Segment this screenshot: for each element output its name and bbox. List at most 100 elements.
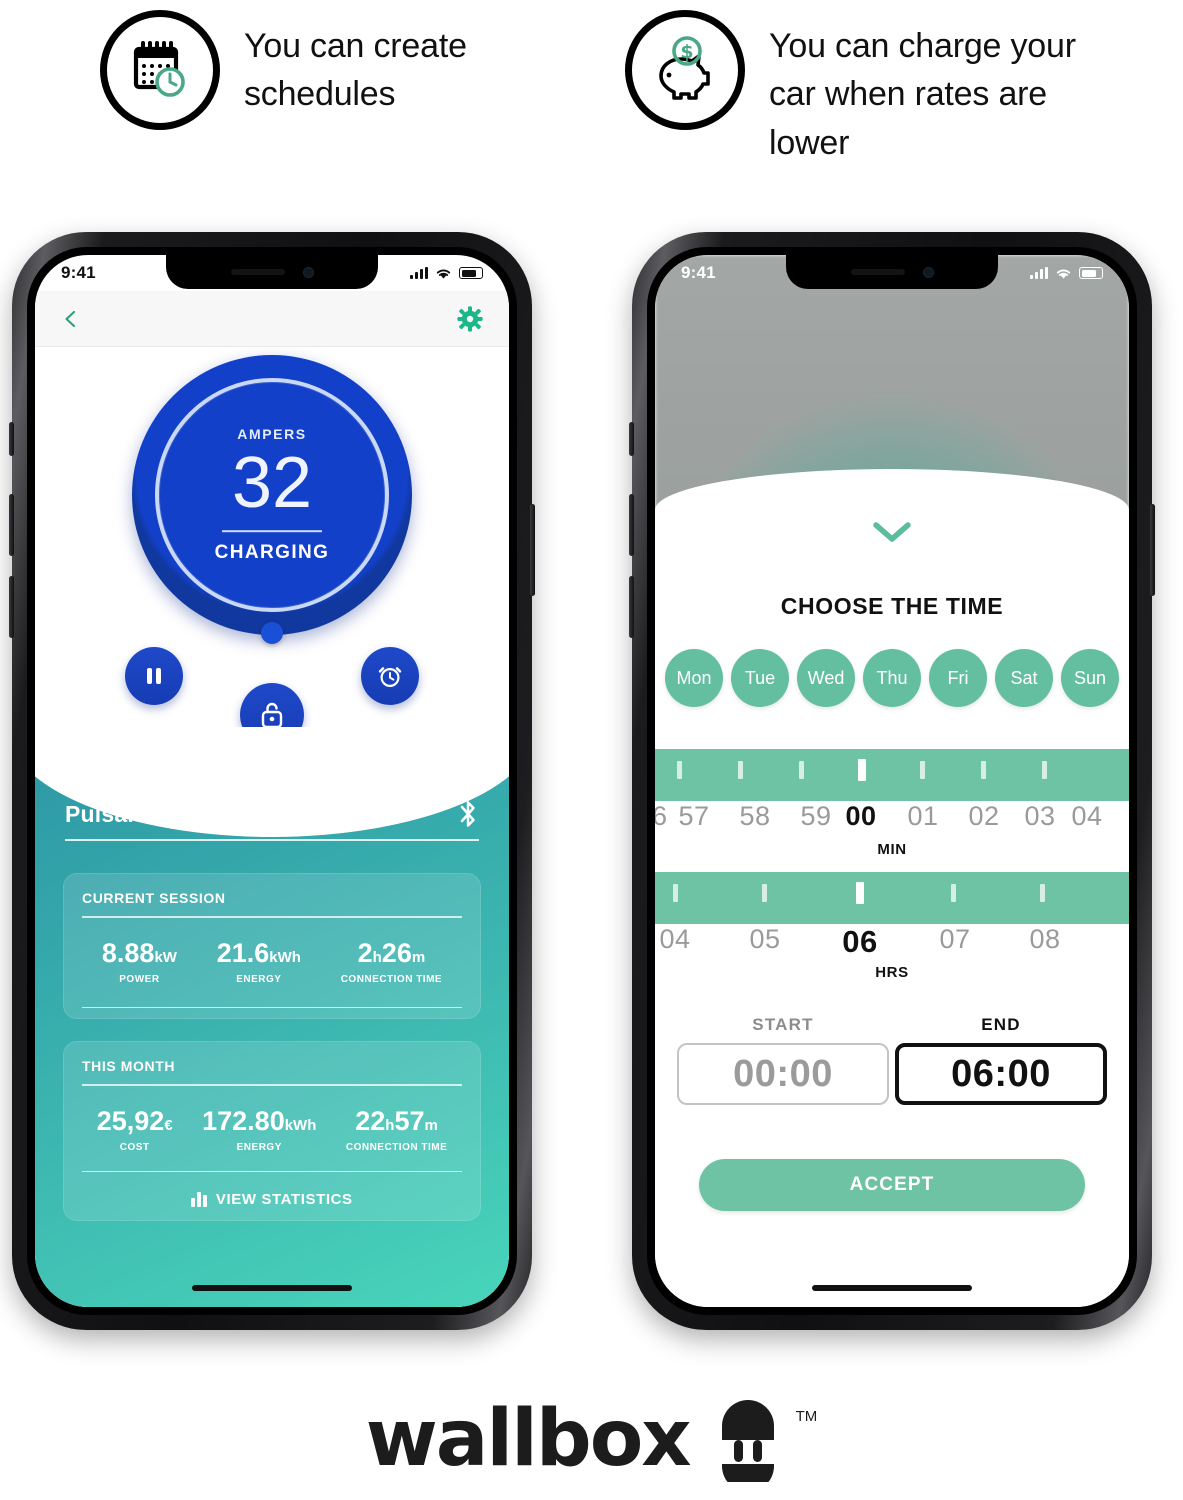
stat-label: ENERGY (236, 973, 282, 985)
end-label: END (981, 1015, 1021, 1034)
minutes-tick-bar (655, 749, 1129, 801)
schedule-button[interactable] (361, 647, 419, 705)
phone-bezel: 9:41 (647, 247, 1137, 1315)
mute-switch[interactable] (9, 422, 14, 456)
pause-button[interactable] (125, 647, 183, 705)
minutes-wheel[interactable]: 56 57 58 59 00 01 02 03 04 MIN (655, 749, 1129, 858)
minute-value[interactable]: 58 (739, 801, 770, 832)
battery-icon (459, 267, 483, 279)
hour-value[interactable]: 04 (659, 924, 690, 955)
day-pill-sat[interactable]: Sat (995, 649, 1053, 707)
stat-label: CONNECTION TIME (345, 1141, 448, 1153)
day-label: Thu (876, 667, 908, 688)
trademark-symbol: TM (795, 1408, 818, 1425)
session-panel: Pulsar Plus CURRENT SESSION 8.88kW POWER… (35, 727, 509, 1307)
volume-down-button[interactable] (9, 576, 14, 638)
stat-unit: h (372, 948, 382, 966)
day-selector: Mon Tue Wed Thu Fri Sat Sun (665, 649, 1119, 707)
day-pill-mon[interactable]: Mon (665, 649, 723, 707)
minute-value[interactable]: 04 (1071, 801, 1102, 832)
device-divider (65, 839, 479, 841)
cellular-bars-icon (410, 267, 428, 279)
phone-right-schedule-screen: 9:41 CHOOSE THE TIME Mon Tue Wed Thu Fri… (629, 232, 1155, 1330)
hour-value[interactable]: 07 (939, 924, 970, 955)
day-label: Tue (744, 667, 776, 688)
minutes-values: 56 57 58 59 00 01 02 03 04 MIN (655, 801, 1129, 858)
dial-handle[interactable] (261, 622, 283, 644)
stat-label: CONNECTION TIME (340, 973, 443, 985)
volume-down-button[interactable] (629, 576, 634, 638)
start-field-group: START 00:00 (677, 1015, 889, 1105)
power-button[interactable] (530, 504, 535, 596)
calendar-clock-icon (100, 10, 220, 130)
dial-readout: AMPERS 32 CHARGING (132, 426, 412, 564)
minute-value-selected[interactable]: 00 (845, 801, 876, 832)
minute-value[interactable]: 03 (1024, 801, 1055, 832)
day-pill-thu[interactable]: Thu (863, 649, 921, 707)
dial-status: CHARGING (214, 541, 330, 563)
feature-item-schedules: You can create schedules (100, 10, 574, 130)
gear-icon[interactable] (457, 305, 483, 332)
volume-up-button[interactable] (629, 494, 634, 556)
card-title: CURRENT SESSION (82, 890, 226, 906)
notch (166, 255, 378, 289)
notch (786, 255, 998, 289)
home-indicator[interactable] (812, 1285, 972, 1291)
day-pill-sun[interactable]: Sun (1061, 649, 1119, 707)
chevron-down-icon[interactable] (870, 519, 914, 545)
day-label: Mon (676, 667, 712, 688)
start-time-input[interactable]: 00:00 (677, 1043, 889, 1105)
dial-divider (222, 529, 322, 532)
wallbox-wordmark: wallbox (365, 1394, 692, 1484)
minute-value[interactable]: 02 (968, 801, 999, 832)
status-time: 9:41 (61, 263, 96, 282)
hours-wheel[interactable]: 04 05 06 07 08 HRS (655, 872, 1129, 981)
poster-root: You can create schedules $ You can charg… (0, 0, 1183, 1500)
stats-row: 25,92€ COST 172.80kWh ENERGY 22h57m CONN… (82, 1086, 462, 1153)
wifi-icon (1056, 268, 1071, 279)
hour-value[interactable]: 08 (1029, 924, 1060, 955)
power-button[interactable] (1150, 504, 1155, 596)
pause-icon (147, 668, 161, 684)
minutes-unit-label: MIN (877, 841, 907, 858)
stat-energy: 21.6kWh ENERGY (216, 937, 301, 985)
hours-values: 04 05 06 07 08 HRS (655, 924, 1129, 981)
bluetooth-icon[interactable] (457, 799, 479, 829)
mute-switch[interactable] (629, 422, 634, 456)
volume-up-button[interactable] (9, 494, 14, 556)
chevron-left-icon[interactable] (61, 309, 81, 329)
stat-value: 21.6 (216, 937, 270, 968)
day-pill-wed[interactable]: Wed (797, 649, 855, 707)
stat-unit: kWh (284, 1116, 317, 1134)
day-pill-fri[interactable]: Fri (929, 649, 987, 707)
battery-icon (1079, 267, 1103, 279)
day-label: Fri (947, 667, 969, 688)
device-row: Pulsar Plus (65, 799, 479, 829)
piggy-bank-dollar-icon: $ (625, 10, 745, 130)
accept-button[interactable]: ACCEPT (699, 1159, 1085, 1211)
this-month-card: THIS MONTH 25,92€ COST 172.80kWh ENERGY (63, 1041, 481, 1221)
ampere-dial[interactable]: AMPERS 32 CHARGING (132, 355, 412, 644)
end-time-input[interactable]: 06:00 (895, 1043, 1107, 1105)
hour-value-selected[interactable]: 06 (842, 924, 877, 960)
top-nav-bar (35, 291, 509, 347)
stat-label: ENERGY (236, 1141, 282, 1153)
home-indicator[interactable] (192, 1285, 352, 1291)
dial-value: 32 (231, 443, 313, 524)
ampere-dial-wrapper[interactable]: AMPERS 32 CHARGING (132, 355, 412, 644)
view-statistics-button[interactable]: VIEW STATISTICS (64, 1191, 480, 1208)
bar-chart-icon (191, 1192, 207, 1207)
minute-value[interactable]: 57 (678, 801, 709, 832)
minute-value[interactable]: 56 (655, 801, 668, 832)
day-pill-tue[interactable]: Tue (731, 649, 789, 707)
stat-value: 172.80 (202, 1105, 285, 1136)
wifi-icon (436, 268, 451, 279)
stat-label: COST (119, 1141, 150, 1153)
minute-value[interactable]: 01 (907, 801, 938, 832)
hour-value[interactable]: 05 (749, 924, 780, 955)
start-label: START (752, 1015, 814, 1034)
minute-value[interactable]: 59 (800, 801, 831, 832)
earpiece-speaker (230, 269, 285, 275)
stat-value-2: 57 (394, 1105, 425, 1136)
alarm-clock-icon (378, 667, 402, 687)
